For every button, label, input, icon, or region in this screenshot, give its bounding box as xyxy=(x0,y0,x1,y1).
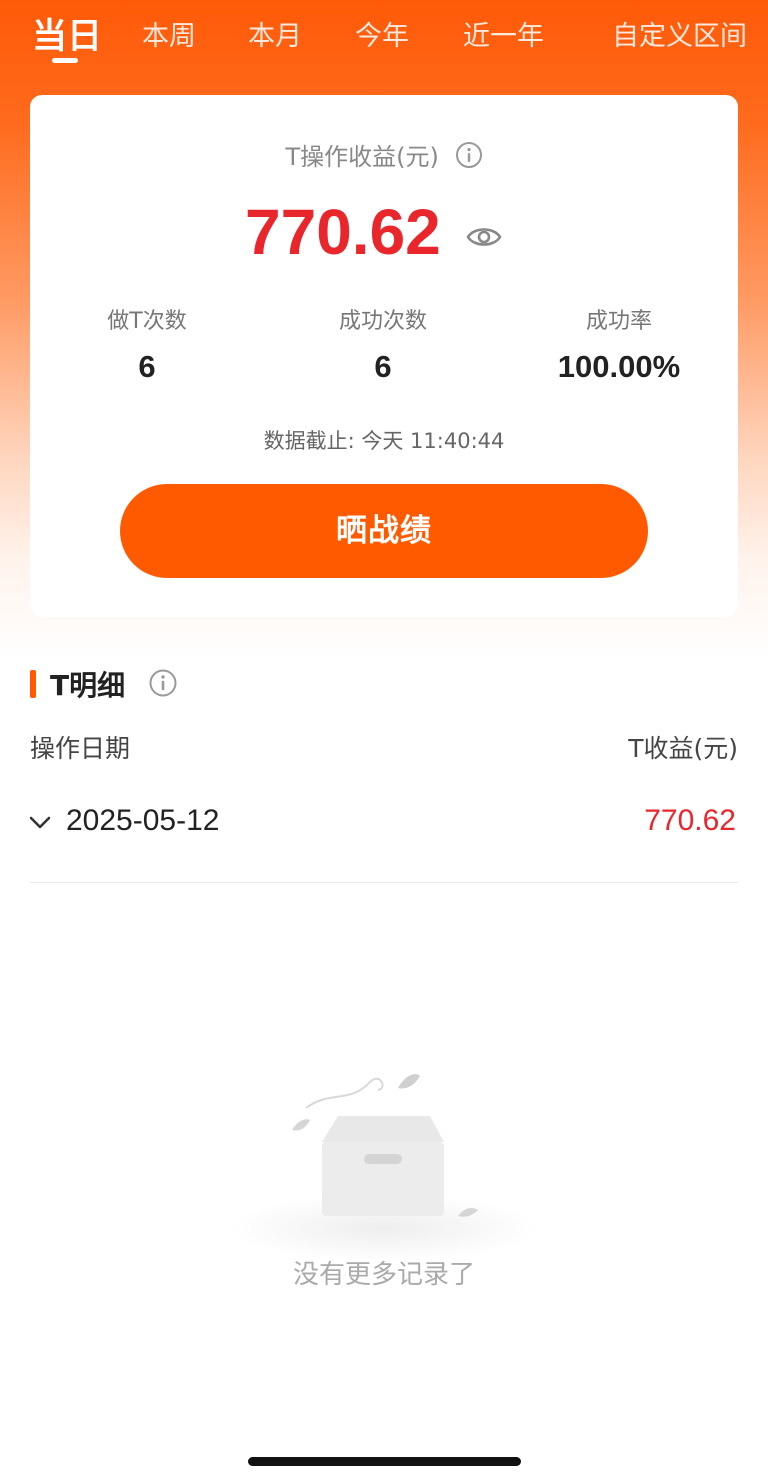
info-icon[interactable] xyxy=(148,668,178,702)
period-tabs: 当日 本周 本月 今年 近一年 自定义区间 xyxy=(0,0,768,70)
success-rate-label: 成功率 xyxy=(585,309,652,334)
profit-title-row: T操作收益(元) xyxy=(30,137,738,175)
tab-last-year[interactable]: 近一年 xyxy=(463,14,544,53)
tab-this-week[interactable]: 本周 xyxy=(142,14,196,53)
home-indicator xyxy=(248,1457,521,1466)
success-count-label: 成功次数 xyxy=(338,309,427,334)
trade-count-value: 6 xyxy=(138,349,156,384)
trade-count-label: 做T次数 xyxy=(107,309,187,334)
section-accent-bar xyxy=(30,670,36,698)
summary-card: T操作收益(元) 770.62 做T次数 6 成功次数 6 成功率 100.00… xyxy=(30,95,738,617)
column-header-date: 操作日期 xyxy=(30,734,131,763)
column-header-profit: T收益(元) xyxy=(628,734,738,763)
row-date: 2025-05-12 xyxy=(66,804,220,837)
data-as-of: 数据截止: 今天 11:40:44 xyxy=(263,429,505,453)
active-tab-indicator xyxy=(52,58,78,63)
share-results-button[interactable]: 晒战绩 xyxy=(120,484,648,578)
row-profit: 770.62 xyxy=(644,804,736,837)
profit-title: T操作收益(元) xyxy=(285,143,439,171)
info-icon[interactable] xyxy=(455,141,483,175)
tab-this-month[interactable]: 本月 xyxy=(248,14,302,53)
profit-value: 770.62 xyxy=(245,196,441,268)
chevron-down-icon[interactable] xyxy=(28,814,52,836)
divider xyxy=(30,882,738,883)
empty-box-icon xyxy=(220,1060,548,1262)
tab-today[interactable]: 当日 xyxy=(32,8,102,59)
success-count-value: 6 xyxy=(374,349,392,384)
detail-section-title: T明细 xyxy=(50,669,126,702)
success-rate-value: 100.00% xyxy=(557,349,681,384)
empty-state-text: 没有更多记录了 xyxy=(292,1260,475,1290)
tab-custom-range[interactable]: 自定义区间 xyxy=(612,14,747,53)
eye-icon[interactable] xyxy=(466,221,502,253)
tab-this-year[interactable]: 今年 xyxy=(355,14,409,53)
